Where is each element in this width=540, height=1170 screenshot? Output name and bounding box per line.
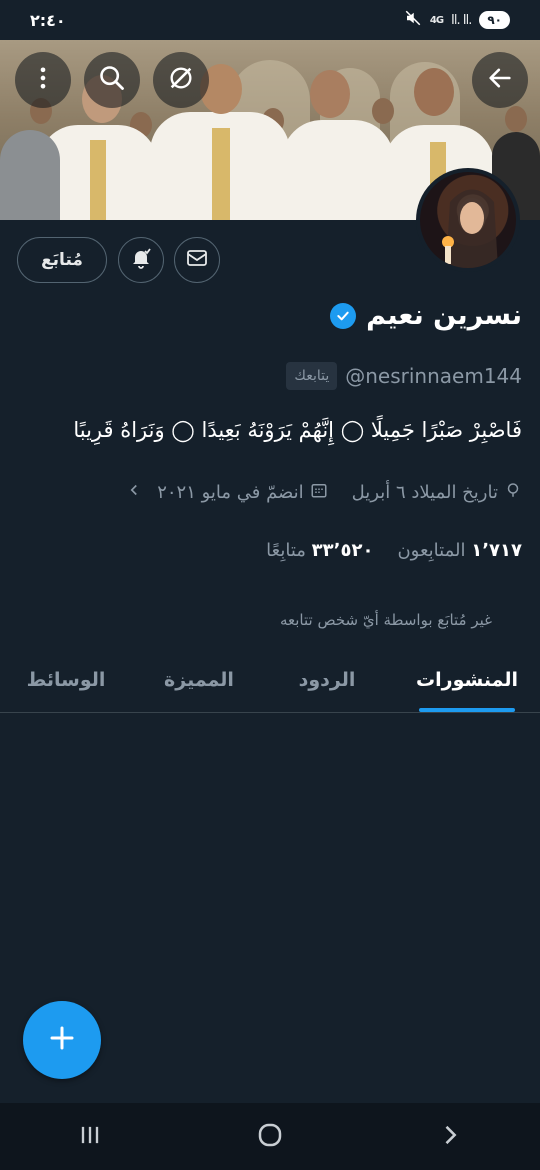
network-type: 4G <box>429 14 444 26</box>
username: @nesrinnaem144 <box>345 364 522 388</box>
status-bar: ٢:٤٠ 4G Il. Il. ٩٠ <box>0 0 540 40</box>
not-followed-note: غير مُتابَع بواسطة أيّ شخص تتابعه <box>279 611 492 629</box>
tab-highlights[interactable]: المميزة <box>140 648 258 712</box>
signal-icon: Il. Il. <box>451 12 472 28</box>
followers-count: ١٬٧١٧ <box>471 540 522 561</box>
calendar-icon <box>310 481 328 504</box>
back-button[interactable] <box>472 52 528 108</box>
following-count: ٣٣٬٥٢٠ <box>311 540 374 561</box>
profile-bio: فَاصْبِرْ صَبْرًا جَمِيلًا ◯ إِنَّهُمْ ي… <box>73 418 522 442</box>
clock: ٢:٤٠ <box>30 10 66 30</box>
follows-you-badge: يتابعك <box>286 362 338 390</box>
followers-label: المتابِعون <box>397 540 466 561</box>
display-name: نسرين نعيم <box>366 300 522 331</box>
following-link[interactable]: ٣٣٬٥٢٠ متابِعًا <box>266 540 373 561</box>
grok-button[interactable] <box>153 52 209 108</box>
profile-name-row: نسرين نعيم <box>330 300 522 331</box>
battery-indicator: ٩٠ <box>479 11 510 29</box>
mail-icon <box>185 246 209 274</box>
more-vertical-icon <box>29 64 57 96</box>
tab-media[interactable]: الوسائط <box>10 648 122 712</box>
home-button[interactable] <box>255 1120 285 1154</box>
active-tab-indicator <box>419 708 515 712</box>
bell-icon <box>129 246 153 274</box>
status-icons: 4G Il. Il. ٩٠ <box>404 9 510 31</box>
grok-icon <box>167 64 195 96</box>
message-button[interactable] <box>174 237 220 283</box>
following-button[interactable]: مُتابَع <box>17 237 107 283</box>
profile-avatar[interactable] <box>416 168 520 272</box>
following-label: متابِعًا <box>266 540 306 561</box>
arrow-left-icon <box>486 64 514 96</box>
location-pin-icon <box>504 481 522 504</box>
joined-date: انضمّ في مايو ٢٠٢١ <box>157 482 304 503</box>
recents-button[interactable] <box>76 1121 104 1153</box>
chevron-left-icon[interactable] <box>125 481 143 504</box>
birthday-text: تاريخ الميلاد ٦ أبريل <box>351 482 498 503</box>
profile-tabs: المنشورات الردود المميزة الوسائط <box>0 648 540 713</box>
profile-meta: تاريخ الميلاد ٦ أبريل انضمّ في مايو ٢٠٢١ <box>125 481 522 504</box>
follow-stats: ١٬٧١٧ المتابِعون ٣٣٬٥٢٠ متابِعًا <box>266 540 522 561</box>
handle-row: يتابعك @nesrinnaem144 <box>286 362 522 390</box>
more-button[interactable] <box>15 52 71 108</box>
search-icon <box>98 64 126 96</box>
mute-icon <box>404 9 422 31</box>
verified-badge-icon <box>330 302 357 329</box>
plus-icon <box>47 1023 77 1057</box>
notifications-button[interactable] <box>118 237 164 283</box>
compose-button[interactable] <box>23 1001 101 1079</box>
tab-replies[interactable]: الردود <box>272 648 382 712</box>
avatar-image <box>442 189 498 268</box>
search-button[interactable] <box>84 52 140 108</box>
tab-posts[interactable]: المنشورات <box>405 648 529 712</box>
system-nav-bar <box>0 1103 540 1170</box>
followers-link[interactable]: ١٬٧١٧ المتابِعون <box>397 540 522 561</box>
back-nav-button[interactable] <box>436 1121 464 1153</box>
